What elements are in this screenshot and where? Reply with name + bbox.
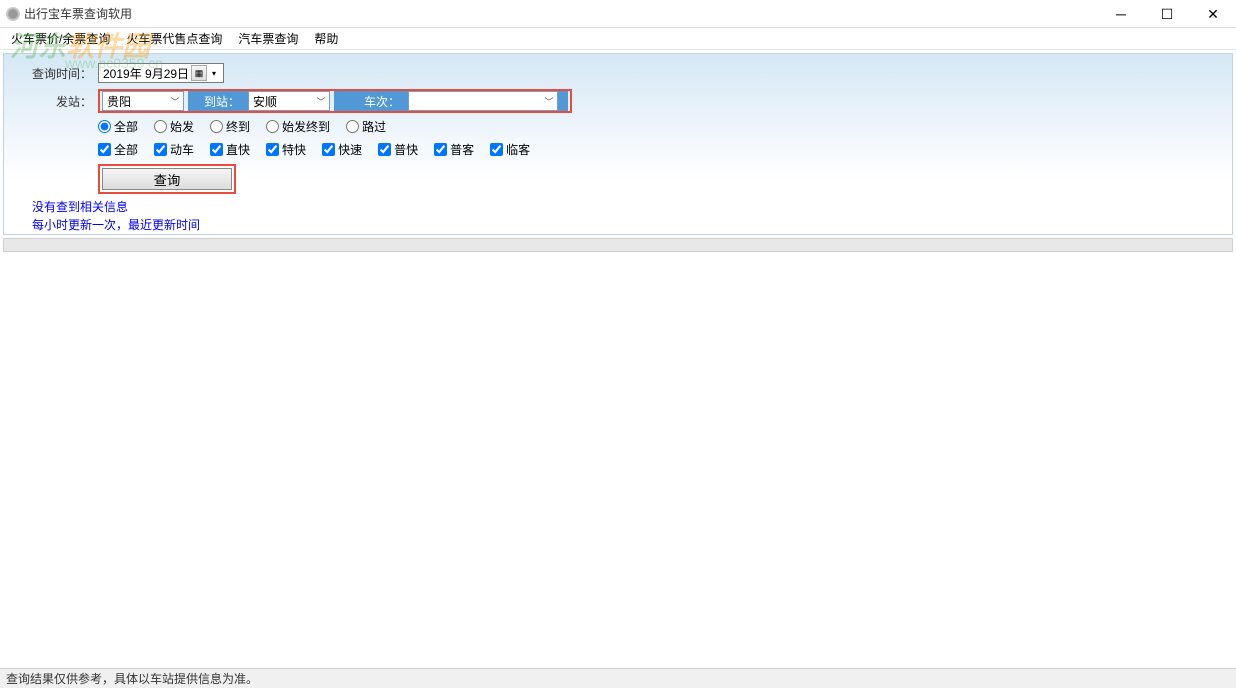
highlight-stations: 贵阳 ﹀ 到站： 安顺 ﹀ 车次： ﹀: [98, 89, 572, 113]
check-puke[interactable]: 普客: [434, 141, 474, 158]
train-label-panel: 车次：: [334, 91, 408, 111]
info-no-result[interactable]: 没有查到相关信息: [32, 198, 1232, 216]
window-controls: ─ ☐ ✕: [1098, 0, 1236, 28]
chevron-down-icon[interactable]: ﹀: [541, 95, 557, 108]
depart-label: 发站：: [32, 93, 92, 110]
arrive-value: 安顺: [249, 93, 313, 110]
query-panel: 查询时间： ▦ ▾ 发站： 贵阳 ﹀ 到站： 安顺 ﹀ 车次：: [3, 53, 1233, 235]
chevron-down-icon[interactable]: ﹀: [167, 95, 183, 108]
check-tekuai[interactable]: 特快: [266, 141, 306, 158]
search-button[interactable]: 查询: [102, 168, 232, 190]
maximize-button[interactable]: ☐: [1144, 0, 1190, 28]
menu-bus-ticket[interactable]: 汽车票查询: [230, 28, 306, 49]
results-header-bar: [3, 238, 1233, 252]
info-links: 没有查到相关信息 每小时更新一次，最近更新时间: [4, 198, 1232, 234]
status-text: 查询结果仅供参考，具体以车站提供信息为准。: [6, 670, 258, 687]
menu-bar: 火车票价/余票查询 火车票代售点查询 汽车票查询 帮助: [0, 28, 1236, 50]
date-dropdown-icon[interactable]: ▾: [207, 65, 221, 81]
check-linke[interactable]: 临客: [490, 141, 530, 158]
arrive-label-panel: 到站：: [188, 91, 248, 111]
check-row-class: 全部 动车 直快 特快 快速 普快 普客 临客: [4, 141, 1232, 158]
window-title: 出行宝车票查询软用: [24, 5, 132, 22]
calendar-icon[interactable]: ▦: [191, 65, 207, 81]
close-button[interactable]: ✕: [1190, 0, 1236, 28]
depart-combo[interactable]: 贵阳 ﹀: [102, 91, 184, 111]
menu-help[interactable]: 帮助: [306, 28, 346, 49]
radio-start[interactable]: 始发: [154, 118, 194, 135]
radio-end[interactable]: 终到: [210, 118, 250, 135]
check-all[interactable]: 全部: [98, 141, 138, 158]
menu-agent-query[interactable]: 火车票代售点查询: [118, 28, 230, 49]
check-zhikuai[interactable]: 直快: [210, 141, 250, 158]
radio-row-type: 全部 始发 终到 始发终到 路过: [4, 118, 1232, 135]
query-time-label: 查询时间：: [32, 65, 92, 82]
title-bar[interactable]: 出行宝车票查询软用 ─ ☐ ✕: [0, 0, 1236, 28]
arrive-combo[interactable]: 安顺 ﹀: [248, 91, 330, 111]
info-update-time[interactable]: 每小时更新一次，最近更新时间: [32, 216, 1232, 234]
menu-train-ticket[interactable]: 火车票价/余票查询: [3, 28, 118, 49]
row-query-time: 查询时间： ▦ ▾: [4, 62, 1232, 84]
check-dongche[interactable]: 动车: [154, 141, 194, 158]
highlight-search: 查询: [98, 164, 236, 194]
app-icon: [6, 7, 20, 21]
date-picker[interactable]: ▦ ▾: [98, 63, 224, 83]
row-stations: 发站： 贵阳 ﹀ 到站： 安顺 ﹀ 车次： ﹀: [4, 90, 1232, 112]
trailing-blue: [558, 91, 568, 111]
status-bar: 查询结果仅供参考，具体以车站提供信息为准。: [0, 668, 1236, 688]
check-pukuai[interactable]: 普快: [378, 141, 418, 158]
radio-start-end[interactable]: 始发终到: [266, 118, 330, 135]
radio-pass[interactable]: 路过: [346, 118, 386, 135]
chevron-down-icon[interactable]: ﹀: [313, 95, 329, 108]
check-kuaisu[interactable]: 快速: [322, 141, 362, 158]
arrive-label: 到站：: [204, 93, 240, 110]
date-input[interactable]: [101, 66, 191, 80]
depart-value: 贵阳: [103, 93, 167, 110]
minimize-button[interactable]: ─: [1098, 0, 1144, 28]
radio-all[interactable]: 全部: [98, 118, 138, 135]
train-combo[interactable]: ﹀: [408, 91, 558, 111]
train-label: 车次：: [364, 93, 400, 110]
